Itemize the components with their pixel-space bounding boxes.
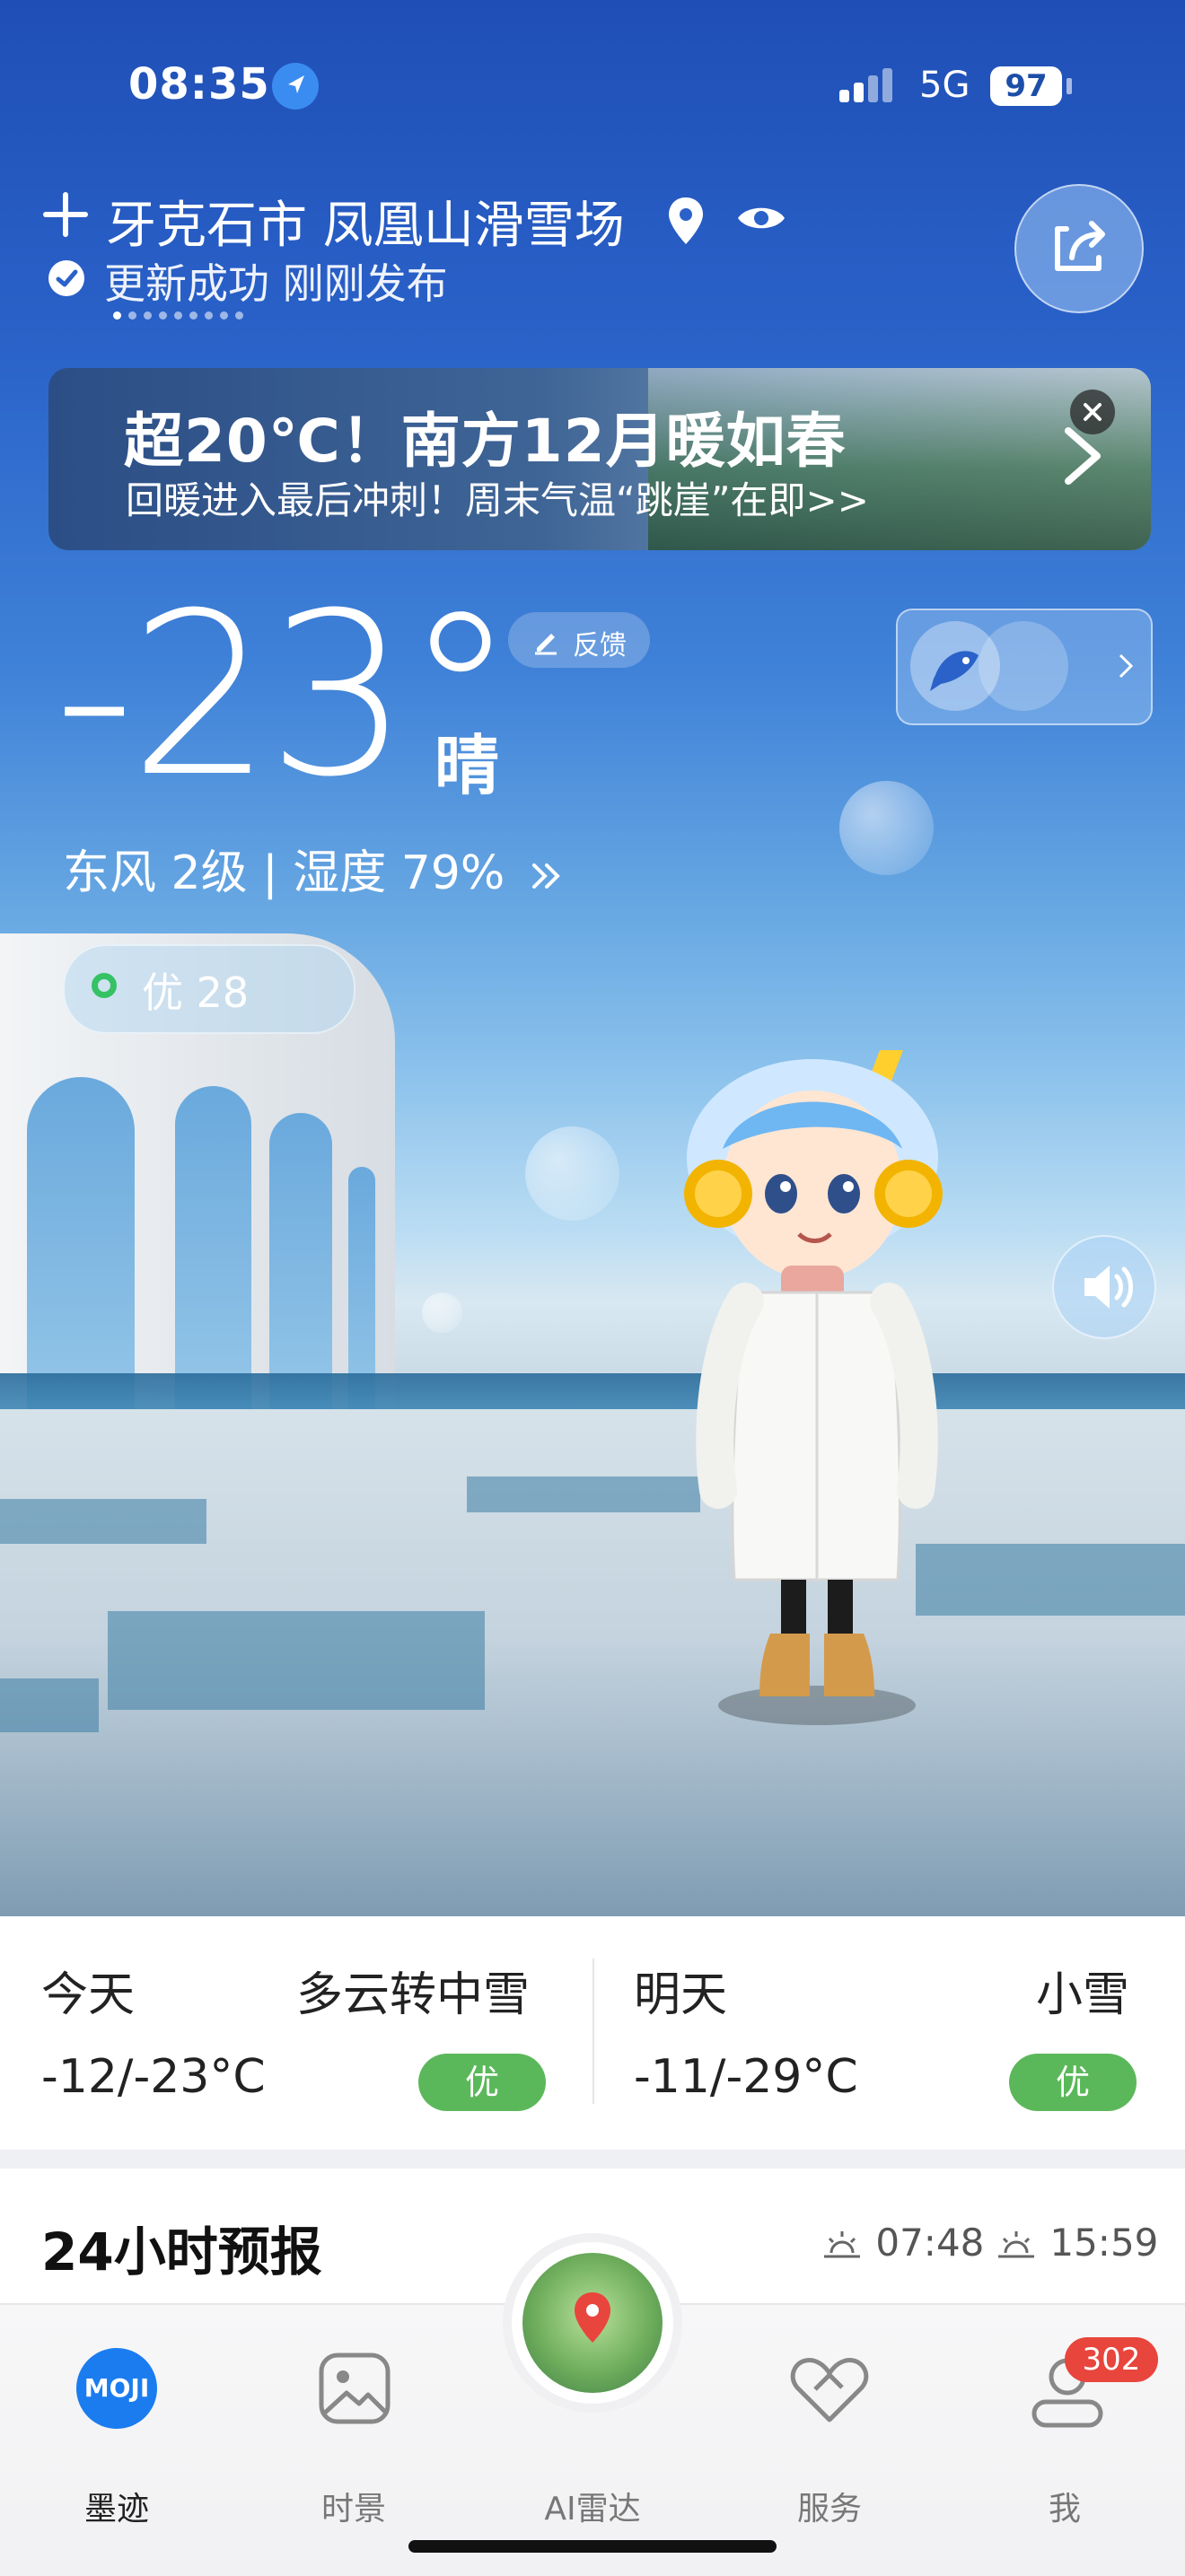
tomorrow-label: 明天 (634, 1968, 728, 2022)
sunset-icon (998, 2230, 1034, 2257)
chevron-right-icon (1065, 427, 1101, 485)
aqi-value: 优 28 (142, 968, 250, 1017)
network-type: 5G (919, 65, 970, 106)
decorative-bubble (839, 781, 934, 875)
ai-radar-button[interactable] (512, 2242, 673, 2404)
feedback-button[interactable]: 反馈 (508, 612, 650, 668)
update-success-check-icon (48, 260, 84, 296)
tomorrow-temp-range: -11/-29°C (634, 2050, 858, 2104)
city-page-indicator (113, 306, 250, 320)
speaker-icon (1084, 1266, 1133, 1309)
battery-indicator: 97 (990, 66, 1062, 106)
location-pin-icon (666, 196, 706, 250)
tiled-floor (0, 1409, 1185, 1916)
share-icon (1055, 221, 1105, 271)
close-icon (1084, 403, 1102, 421)
city-name[interactable]: 牙克石市 凤凰山滑雪场 (106, 185, 625, 258)
share-button[interactable] (1014, 184, 1144, 313)
tab-label: 服务 (796, 2491, 862, 2528)
tab-label: 墨迹 (83, 2491, 149, 2528)
update-status: 更新成功 刚刚发布 (104, 259, 448, 308)
service-heart-icon (790, 2358, 869, 2423)
news-banner[interactable]: 超20℃！南方12月暖如春 回暖进入最后冲刺！周末气温“跳崖”在即>> (48, 368, 1151, 550)
air-quality-pill[interactable]: 优 28 (63, 944, 356, 1034)
current-condition: 晴 (434, 728, 500, 803)
cellular-signal-icon (839, 68, 893, 102)
double-chevron-icon (531, 863, 560, 889)
chevron-right-icon (1119, 653, 1134, 679)
forecast-divider (592, 1958, 594, 2104)
location-arrow-icon (272, 63, 319, 110)
eye-icon[interactable] (736, 202, 786, 238)
wind-humidity-text: 东风 2级 | 湿度 79% (63, 846, 505, 900)
radar-map-icon (522, 2253, 663, 2393)
home-indicator (408, 2540, 777, 2553)
hourly-forecast-title: 24小时预报 (41, 2221, 322, 2282)
wind-humidity[interactable]: 东风 2级 | 湿度 79% (63, 835, 565, 902)
widget-shortcut-button[interactable] (896, 609, 1153, 725)
add-city-icon[interactable] (41, 190, 90, 239)
decorative-bubble (422, 1292, 462, 1333)
tab-label: 时景 (320, 2491, 386, 2528)
profile-notification-badge: 302 (1065, 2337, 1158, 2382)
today-aq-badge: 优 (418, 2054, 546, 2111)
sunrise-icon (824, 2230, 860, 2257)
banner-title: 超20℃！南方12月暖如春 (124, 407, 847, 476)
pencil-icon (535, 634, 557, 655)
banner-subtitle: 回暖进入最后冲刺！周末气温“跳崖”在即>> (126, 478, 869, 522)
banner-close-button[interactable] (1070, 390, 1115, 434)
voice-broadcast-button[interactable] (1052, 1235, 1156, 1339)
aqi-ring-icon (92, 973, 117, 998)
moji-logo-icon: MOJI (76, 2348, 157, 2429)
weather-avatar-character[interactable] (673, 1023, 961, 1741)
feedback-label: 反馈 (573, 630, 627, 662)
sea-horizon (0, 1373, 1185, 1409)
tomorrow-condition: 小雪 (1036, 1968, 1130, 2022)
status-time: 08:35 (128, 59, 270, 110)
sunset-time: 15:59 (1049, 2221, 1159, 2265)
sunset-item: 15:59 (995, 2221, 1158, 2265)
today-label: 今天 (41, 1968, 136, 2022)
today-condition: 多云转中雪 (296, 1968, 531, 2022)
tab-label: AI雷达 (544, 2491, 641, 2528)
battery-tip (1066, 78, 1072, 94)
sunrise-time: 07:48 (875, 2221, 985, 2265)
widget-icon-secondary (979, 621, 1068, 711)
tomorrow-aq-badge: 优 (1009, 2054, 1137, 2111)
photo-icon (319, 2353, 391, 2424)
today-temp-range: -12/-23°C (41, 2050, 266, 2104)
sunrise-item: 07:48 (821, 2221, 984, 2265)
tab-label: 我 (1048, 2491, 1081, 2528)
decorative-bubble (525, 1126, 619, 1221)
